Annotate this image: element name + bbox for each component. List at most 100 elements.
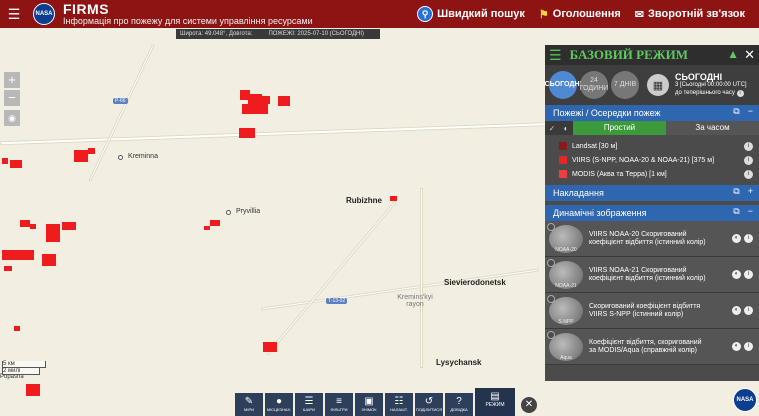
imagery-label: VIIRS NOAA-20 Скоригований коефіцієнт ві… [589,230,706,246]
checkbox[interactable] [547,258,555,267]
popout-icon[interactable]: ⧉ [733,206,739,217]
mode-button[interactable]: ▤ РЕЖИМ [475,388,515,416]
layers-button[interactable]: ☰ ШАРИ [295,393,323,416]
nasa-logo[interactable]: NASA [33,3,55,25]
opacity-icon[interactable]: ◐ [732,234,741,243]
brand: FIRMS Інформація про пожежу для системи … [63,2,313,26]
checkbox[interactable] [547,330,555,339]
fire-detection[interactable] [204,226,210,230]
fire-detection[interactable] [390,196,397,201]
date-chip-today[interactable]: СЬОГОДНІ [545,71,581,99]
zoom-out-button[interactable]: − [4,90,20,106]
fire-detection[interactable] [262,96,270,104]
fires-section-header[interactable]: Пожежі / Осередки пожеж ⧉ − [545,105,759,121]
fire-detection[interactable] [2,250,34,260]
info-icon[interactable]: i [744,155,753,165]
share-button[interactable]: ↺ ПОДІЛИТИСЯ [415,393,443,416]
imagery-section-header[interactable]: Динамічні зображення ⧉ − [545,205,759,221]
fire-detection[interactable] [14,326,20,331]
locate-me-button[interactable]: ◉ [4,110,20,126]
imagery-thumbnail: NOAA-21 [547,258,583,289]
close-icon[interactable]: ✕ [744,47,755,63]
imagery-thumbnail: Aqua [547,330,583,361]
popout-icon[interactable]: ⧉ [733,106,739,117]
fire-layer-modis[interactable]: MODIS (Аква та Терра) [1 км] i [545,167,759,181]
layer-swatch [559,142,567,150]
fire-detection[interactable] [278,96,290,106]
imagery-section-title: Динамічні зображення [553,208,647,218]
expand-icon[interactable]: + [748,186,753,197]
opacity-icon[interactable]: ◐ [732,342,741,351]
opacity-icon[interactable]: ◐ [732,270,741,279]
megaphone-icon: ⚑ [538,8,549,21]
announcements-button[interactable]: ⚑ Оголошення [539,8,621,21]
fires-date-text: ПОЖЕЖІ: 2025-07-10 (СЬОГОДНІ) [268,31,365,37]
close-toolbar-icon[interactable]: ✕ [521,397,537,413]
nasa-logo-corner[interactable]: NASA [733,388,757,412]
panel-header: ☰ БАЗОВИЙ РЕЖИМ ▲ ✕ [545,45,759,65]
fire-detection[interactable] [42,254,56,266]
collapse-icon[interactable]: − [748,106,753,117]
fire-detection[interactable] [30,224,36,229]
info-icon[interactable]: i [736,90,744,97]
fire-detection[interactable] [210,220,220,226]
imagery-item[interactable]: Aqua Коефіцієнт відбиття, скоригований з… [545,329,759,365]
info-icon[interactable]: i [744,234,753,243]
overlays-section-header[interactable]: Накладання ⧉ + [545,185,759,201]
check-icon[interactable]: ✓ [545,124,559,133]
date-chip-24h[interactable]: 24 ГОДИНИ [580,71,608,99]
scale-km-bar: 5 км [2,361,46,368]
filters-button[interactable]: ≡ ФІЛЬТРИ [325,393,353,416]
popout-icon[interactable]: ⧉ [733,186,739,197]
settings-button[interactable]: ☷ НАЛАШТ. [385,393,413,416]
calendar-icon[interactable]: ▦ [647,74,669,96]
checkbox[interactable] [547,294,555,303]
fire-layer-landsat[interactable]: Landsat [30 м] i [545,139,759,153]
location-button[interactable]: ● МІСЦЕЗНАХ. [265,393,293,416]
firms-app: ☰ NASA FIRMS Інформація про пожежу для с… [0,0,759,416]
fire-detection[interactable] [242,104,268,114]
panel-menu-icon[interactable]: ☰ [549,47,562,64]
fire-detection[interactable] [263,342,277,352]
place-rubizhne: Rubizhne [346,196,382,205]
fire-detection[interactable] [62,222,76,230]
help-button[interactable]: ? ДОВІДКА [445,393,473,416]
graduation-cap-icon[interactable]: ▲ [727,47,739,61]
snapshot-button[interactable]: ▣ ЗНІМОК [355,393,383,416]
fire-detection[interactable] [74,150,88,162]
zoom-in-button[interactable]: + [4,72,20,88]
imagery-item[interactable]: NOAA-20 VIIRS NOAA-20 Скоригований коефі… [545,221,759,257]
bottom-toolbar: ✎ МІРИ ● МІСЦЕЗНАХ. ☰ ШАРИ ≡ ФІЛЬТРИ ▣ ЗНІМОК… [235,388,537,416]
fire-detection[interactable] [46,224,60,242]
half-circle-icon[interactable]: ◐ [559,124,573,133]
fire-detection[interactable] [239,128,255,138]
opacity-icon[interactable]: ◐ [732,306,741,315]
hamburger-menu-icon[interactable]: ☰ [5,6,23,23]
date-chip-7d[interactable]: 7 ДНІВ [611,71,639,99]
mode-simple-button[interactable]: Простий [573,121,666,135]
imagery-item[interactable]: S-NPP Скоригований коефіцієнт відбиття V… [545,293,759,329]
place-kreminskyi-rayon: Kremins'kyi rayon [397,294,433,308]
info-icon[interactable]: i [744,169,753,179]
collapse-icon[interactable]: − [748,206,753,217]
fire-detection[interactable] [10,160,22,168]
fire-layer-viirs[interactable]: VIIRS (S-NPP, NOAA-20 & NOAA-21) [375 м]… [545,153,759,167]
fire-detection[interactable] [88,148,95,154]
road [266,200,397,356]
fire-detection[interactable] [2,158,8,164]
info-icon[interactable]: i [744,141,753,151]
coordinate-readout: Широта: 49.048°, Довгота: ПОЖЕЖІ: 2025-0… [176,29,380,39]
info-icon[interactable]: i [744,342,753,351]
feedback-button[interactable]: ✉ Зворотній зв'язок [635,8,745,21]
help-icon: ? [456,396,462,407]
info-icon[interactable]: i [744,270,753,279]
fire-detection[interactable] [4,266,12,271]
fire-detection[interactable] [20,220,30,227]
fire-detection[interactable] [26,384,40,396]
info-icon[interactable]: i [744,306,753,315]
quick-search-button[interactable]: ⚲ Швидкий пошук [417,6,525,22]
imagery-item[interactable]: NOAA-21 VIIRS NOAA-21 Скоригований коефі… [545,257,759,293]
measure-button[interactable]: ✎ МІРИ [235,393,263,416]
mode-time-button[interactable]: За часом [666,121,759,135]
checkbox[interactable] [547,222,555,231]
